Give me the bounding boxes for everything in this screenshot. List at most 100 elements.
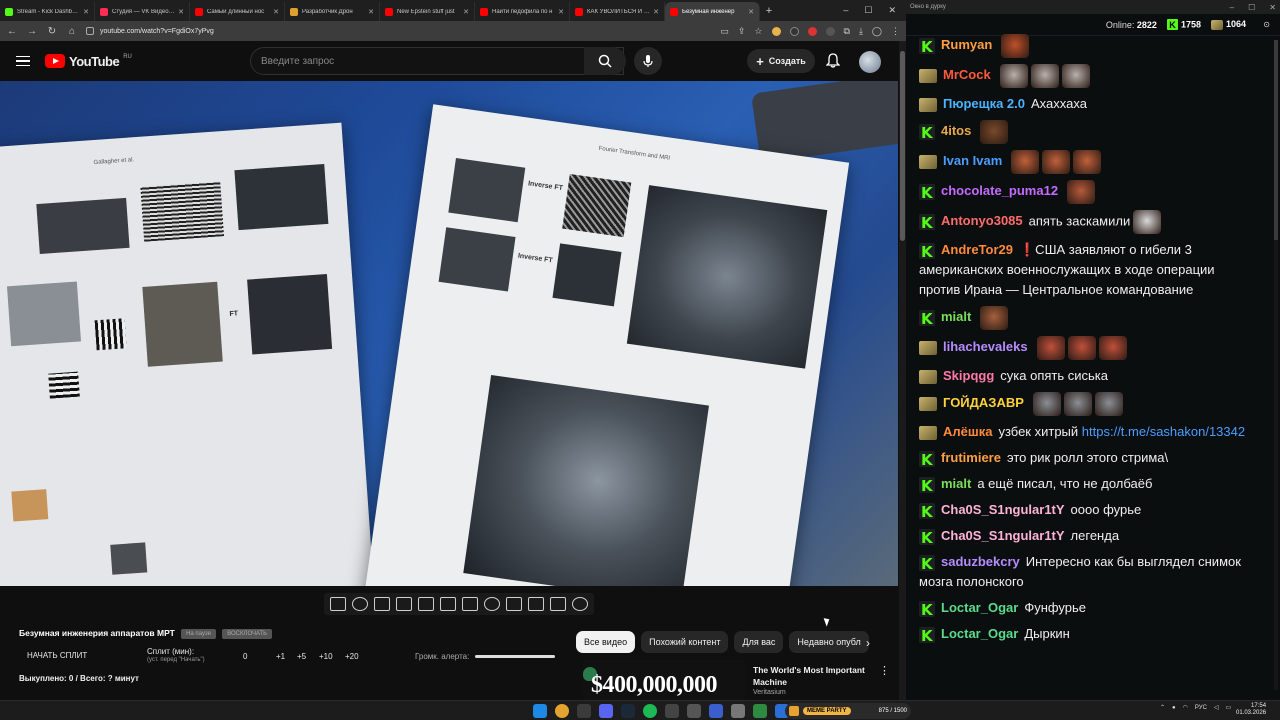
video-player[interactable]: Gallagher et al. FT Fourier Transform an… — [0, 81, 898, 586]
wifi-icon[interactable]: ◠ — [1183, 704, 1188, 711]
browser-tab[interactable]: Студия — VK Видео Live ✕ — [95, 2, 190, 21]
voice-search-button[interactable] — [634, 47, 662, 75]
browser-tab[interactable]: New Epstein stuff just ✕ — [380, 2, 475, 21]
more-options-icon[interactable]: ⋮ — [879, 664, 890, 677]
chat-username[interactable]: lihachevaleks — [943, 339, 1028, 354]
share-icon[interactable]: ⇪ — [738, 26, 746, 37]
chat-username[interactable]: Алёшка — [943, 424, 992, 439]
tab-close-icon[interactable]: ✕ — [748, 8, 754, 16]
browser-tab[interactable]: Найти педофила по н ✕ — [475, 2, 570, 21]
chat-scrollbar-thumb[interactable] — [1274, 40, 1278, 240]
app-icon[interactable] — [665, 704, 679, 718]
recommended-video[interactable]: $400,000,000 The World's Most Important … — [583, 660, 893, 700]
app-icon[interactable] — [687, 704, 701, 718]
home-icon[interactable]: ⌂ — [66, 26, 78, 37]
avatar[interactable] — [859, 51, 881, 73]
chat-username[interactable]: AndreTor29 — [941, 242, 1013, 257]
chat-link[interactable]: https://t.me/sashakon/13342 — [1082, 424, 1245, 439]
maximize-button[interactable]: ☐ — [864, 5, 872, 16]
film-icon[interactable] — [396, 597, 412, 611]
chrome-icon[interactable] — [555, 704, 569, 718]
clapper-icon[interactable] — [462, 597, 478, 611]
search-button[interactable] — [584, 47, 626, 75]
reload-icon[interactable]: ↻ — [46, 26, 58, 37]
chips-next-icon[interactable]: › — [866, 636, 870, 650]
chat-username[interactable]: Ivan Ivam — [943, 153, 1002, 168]
start-split-button[interactable]: НАЧАТЬ СПЛИТ — [27, 651, 87, 660]
network-icon[interactable]: ▭ — [1226, 704, 1232, 711]
resize-icon[interactable] — [418, 597, 434, 611]
tab-close-icon[interactable]: ✕ — [178, 8, 184, 16]
browser-tab[interactable]: Разработчик Дрон ✕ — [285, 2, 380, 21]
extension-icon[interactable] — [825, 26, 835, 36]
chat-username[interactable]: Cha0S_S1ngular1tY — [941, 502, 1065, 517]
tab-close-icon[interactable]: ✕ — [558, 8, 564, 16]
chat-username[interactable]: Cha0S_S1ngular1tY — [941, 528, 1065, 543]
app-icon[interactable] — [753, 704, 767, 718]
loop-icon[interactable] — [330, 597, 346, 611]
extensions-puzzle-icon[interactable]: ⧉ — [844, 26, 850, 37]
chat-username[interactable]: frutimiere — [941, 450, 1001, 465]
search-input[interactable]: Введите запрос — [250, 47, 624, 75]
app-icon[interactable] — [577, 704, 591, 718]
mic-tray-icon[interactable]: ● — [1172, 705, 1176, 711]
chat-username[interactable]: Rumyan — [941, 37, 992, 52]
maximize-button[interactable]: ☐ — [1248, 3, 1255, 12]
filter-chip[interactable]: Похожий контент — [641, 631, 729, 653]
add-1-button[interactable]: +1 — [276, 652, 285, 661]
flask-icon[interactable] — [550, 597, 566, 611]
tab-close-icon[interactable]: ✕ — [463, 8, 469, 16]
language-indicator[interactable]: РУС — [1195, 705, 1207, 711]
menu-kebab-icon[interactable]: ⋮ — [891, 26, 900, 37]
browser-tab[interactable]: Безумная инженер ✕ — [665, 2, 760, 21]
extension-icon[interactable] — [789, 26, 799, 36]
browser-tab[interactable]: КАК УВОЛИТЬСЯ И ПЕ ✕ — [570, 2, 665, 21]
back-icon[interactable]: ← — [6, 26, 18, 37]
discord-icon[interactable] — [599, 704, 613, 718]
chat-scrollbar[interactable] — [1274, 40, 1278, 690]
restore-badge[interactable]: ВОСКЛОЧАТЬ — [222, 628, 273, 639]
forward-icon[interactable]: → — [26, 26, 38, 37]
add-20-button[interactable]: +20 — [345, 652, 359, 661]
speaker-icon[interactable]: ◁ — [1214, 704, 1219, 711]
windows-start-icon[interactable] — [533, 704, 547, 718]
pause-badge[interactable]: На паузе — [181, 628, 216, 639]
scrollbar-thumb[interactable] — [900, 51, 905, 241]
new-tab-button[interactable]: + — [760, 5, 778, 17]
menu-hamburger-icon[interactable] — [16, 55, 30, 67]
chat-username[interactable]: ГОЙДАЗАВР — [943, 395, 1024, 410]
add-5-button[interactable]: +5 — [297, 652, 306, 661]
tab-close-icon[interactable]: ✕ — [368, 8, 374, 16]
chat-username[interactable]: 4itos — [941, 123, 971, 138]
browser-tab[interactable]: Stream - Kick Dashboard ✕ — [0, 2, 95, 21]
chat-username[interactable]: mialt — [941, 476, 971, 491]
youtube-logo[interactable]: YouTube RU — [45, 54, 132, 69]
chat-username[interactable]: Loctar_Ogar — [941, 600, 1018, 615]
site-info-icon[interactable] — [86, 27, 94, 35]
cast-icon[interactable]: ▭ — [720, 26, 729, 37]
rec-thumbnail[interactable]: $400,000,000 — [583, 660, 745, 700]
up-arrow-icon[interactable]: ⌃ — [1160, 704, 1165, 711]
page-scrollbar[interactable] — [899, 41, 906, 700]
close-window-button[interactable]: ✕ — [888, 5, 896, 16]
close-window-button[interactable]: ✕ — [1269, 3, 1276, 12]
eye-icon[interactable] — [374, 597, 390, 611]
add-icon[interactable] — [506, 597, 522, 611]
chat-username[interactable]: Skipqgg — [943, 368, 994, 383]
clock[interactable]: 17:54 01.03.2026 — [1236, 703, 1266, 717]
chat-settings-icon[interactable]: ⊙ — [1263, 20, 1270, 29]
minimize-button[interactable]: – — [1230, 3, 1234, 12]
notifications-bell-icon[interactable] — [825, 53, 841, 74]
profile-icon[interactable]: ◯ — [872, 26, 882, 37]
volume-slider[interactable] — [475, 655, 555, 658]
extension-icon[interactable] — [807, 26, 817, 36]
chat-username[interactable]: Antonyo3085 — [941, 213, 1023, 228]
meme-party-widget[interactable]: MEME PARTY 875 / 1500 — [785, 703, 911, 719]
screenshot-icon[interactable] — [528, 597, 544, 611]
filter-chip[interactable]: Недавно опубл — [789, 631, 869, 653]
rec-title[interactable]: The World's Most Important Machine — [753, 664, 873, 688]
downloads-icon[interactable]: ⤓ — [859, 26, 863, 37]
split-value[interactable]: 0 — [243, 652, 247, 661]
app-icon[interactable] — [731, 704, 745, 718]
browser-tab[interactable]: Самый длинный нос ✕ — [190, 2, 285, 21]
